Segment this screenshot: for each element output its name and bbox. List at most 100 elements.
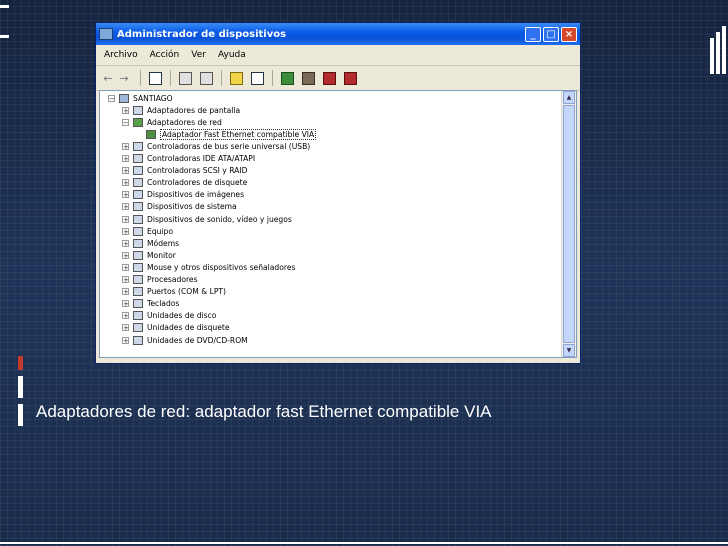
expand-icon[interactable]: + <box>122 106 129 114</box>
expand-icon[interactable]: + <box>122 288 129 296</box>
tree-category-item[interactable]: + Monitor <box>122 249 176 261</box>
tree-category-item[interactable]: + Equipo <box>122 225 173 237</box>
device-tree-panel: − SANTIAGO + Adaptadores de pantalla − Adapta… <box>99 90 577 358</box>
device-manager-window: Administrador de dispositivos _ □ × Arch… <box>95 22 581 364</box>
tree-category-item[interactable]: + Controladoras IDE ATA/ATAPI <box>122 153 255 165</box>
update-driver-icon[interactable] <box>302 71 315 85</box>
slide-caption: Adaptadores de red: adaptador fast Ether… <box>36 402 492 421</box>
expand-icon[interactable]: + <box>122 167 129 175</box>
tree-category-item[interactable]: + Controladoras SCSI y RAID <box>122 165 247 177</box>
tree-category-item[interactable]: + Mouse y otros dispositivos señaladores <box>122 261 295 273</box>
tree-category-item[interactable]: + Dispositivos de sonido, vídeo y juegos <box>122 213 292 225</box>
expand-icon[interactable]: + <box>122 251 129 259</box>
tree-category-item[interactable]: + Unidades de disco <box>122 310 216 322</box>
update-icon[interactable] <box>179 71 192 85</box>
scan-hardware-icon[interactable] <box>281 71 294 85</box>
tree-item-label: Unidades de disco <box>147 311 217 321</box>
expand-icon[interactable]: + <box>122 179 129 187</box>
printer-icon[interactable] <box>200 71 213 85</box>
device-category-icon <box>133 141 143 151</box>
device-category-icon <box>133 166 143 176</box>
scroll-up-button[interactable]: ▲ <box>563 91 575 104</box>
slide-deco-white-bar-1 <box>18 376 23 398</box>
disable-device-icon[interactable] <box>323 71 336 85</box>
device-category-icon <box>133 311 143 321</box>
device-category-icon <box>133 117 143 127</box>
expand-icon[interactable]: + <box>122 227 129 235</box>
slide-deco-bar-top <box>0 5 9 8</box>
slide-deco-bar-right-3 <box>722 26 726 74</box>
expand-icon[interactable]: + <box>122 263 129 271</box>
expand-icon[interactable]: + <box>122 276 129 284</box>
expand-icon[interactable]: + <box>122 215 129 223</box>
expand-icon[interactable]: + <box>122 155 129 163</box>
title-bar[interactable]: Administrador de dispositivos _ □ × <box>96 23 580 45</box>
collapse-icon[interactable]: − <box>108 94 115 102</box>
expand-icon[interactable]: + <box>122 203 129 211</box>
device-category-icon <box>133 190 143 200</box>
tree-category-item[interactable]: + Teclados <box>122 298 179 310</box>
menu-ayuda[interactable]: Ayuda <box>218 50 246 60</box>
tree-category-item[interactable]: + Unidades de DVD/CD-ROM <box>122 334 248 346</box>
tree-category-item[interactable]: + Controladoras de bus serie universal (U… <box>122 140 310 152</box>
menu-bar: Archivo Acción Ver Ayuda <box>96 45 580 66</box>
tree-category-item[interactable]: + Módems <box>122 237 179 249</box>
collapse-icon[interactable]: − <box>122 118 129 126</box>
tree-item-label: Módems <box>147 238 180 248</box>
maximize-button[interactable]: □ <box>543 26 559 42</box>
toolbar-separator <box>221 70 222 86</box>
show-hide-tree-icon[interactable] <box>251 71 264 85</box>
close-button[interactable]: × <box>561 26 577 42</box>
back-icon[interactable]: ← <box>102 72 114 85</box>
expand-icon[interactable]: + <box>122 300 129 308</box>
expand-icon[interactable]: + <box>122 312 129 320</box>
tree-category-item[interactable]: − Adaptadores de red <box>122 116 222 128</box>
device-category-icon <box>133 287 143 297</box>
expand-icon[interactable]: + <box>122 191 129 199</box>
expand-icon[interactable]: + <box>122 142 129 150</box>
vertical-scrollbar[interactable]: ▲ ▼ <box>561 91 576 357</box>
tree-item-label: Equipo <box>147 226 174 236</box>
tree-category-item[interactable]: + Controladores de disquete <box>122 177 247 189</box>
menu-accion[interactable]: Acción <box>150 50 180 60</box>
expand-icon[interactable]: + <box>122 239 129 247</box>
menu-ver[interactable]: Ver <box>191 50 206 60</box>
tree-device-item[interactable]: Adaptador Fast Ethernet compatible VIA <box>146 128 317 140</box>
tree-category-item[interactable]: + Dispositivos de imágenes <box>122 189 244 201</box>
tree-category-item[interactable]: + Procesadores <box>122 274 198 286</box>
slide-deco-white-bar-2 <box>18 404 23 426</box>
expand-icon[interactable]: + <box>122 336 129 344</box>
toolbar: ← → <box>96 66 580 91</box>
toolbar-separator <box>140 70 141 86</box>
tree-item-label: Dispositivos de sistema <box>147 202 237 212</box>
tree-item-label: Dispositivos de imágenes <box>147 190 245 200</box>
device-category-icon <box>133 323 143 333</box>
device-category-icon <box>133 275 143 284</box>
uninstall-device-icon[interactable] <box>344 71 357 85</box>
scroll-down-button[interactable]: ▼ <box>563 344 575 357</box>
tree-item-label: Teclados <box>147 299 180 309</box>
scroll-thumb[interactable] <box>563 105 575 343</box>
properties-icon[interactable] <box>149 71 162 85</box>
device-manager-icon <box>99 28 113 40</box>
tree-category-item[interactable]: + Puertos (COM & LPT) <box>122 286 226 298</box>
slide-deco-bar-right-2 <box>716 32 720 74</box>
tree-item-label: Unidades de disquete <box>147 323 230 333</box>
help-icon[interactable] <box>230 71 243 85</box>
minimize-button[interactable]: _ <box>525 26 541 42</box>
tree-category-item[interactable]: + Unidades de disquete <box>122 322 230 334</box>
tree-item-label: Puertos (COM & LPT) <box>147 287 227 297</box>
tree-item-label: Adaptadores de pantalla <box>147 105 241 115</box>
tree-category-item[interactable]: + Adaptadores de pantalla <box>122 104 240 116</box>
device-category-icon <box>133 202 143 212</box>
computer-icon <box>119 93 129 103</box>
menu-archivo[interactable]: Archivo <box>104 50 138 60</box>
tree-item-label: Controladoras IDE ATA/ATAPI <box>147 154 256 163</box>
tree-category-item[interactable]: + Dispositivos de sistema <box>122 201 237 213</box>
device-tree: − SANTIAGO + Adaptadores de pantalla − Adapta… <box>100 91 562 357</box>
expand-icon[interactable]: + <box>122 324 129 332</box>
tree-root[interactable]: − SANTIAGO <box>108 92 173 104</box>
device-category-icon <box>133 238 143 248</box>
forward-icon[interactable]: → <box>118 72 130 85</box>
slide-deco-bottom-line <box>0 542 728 544</box>
